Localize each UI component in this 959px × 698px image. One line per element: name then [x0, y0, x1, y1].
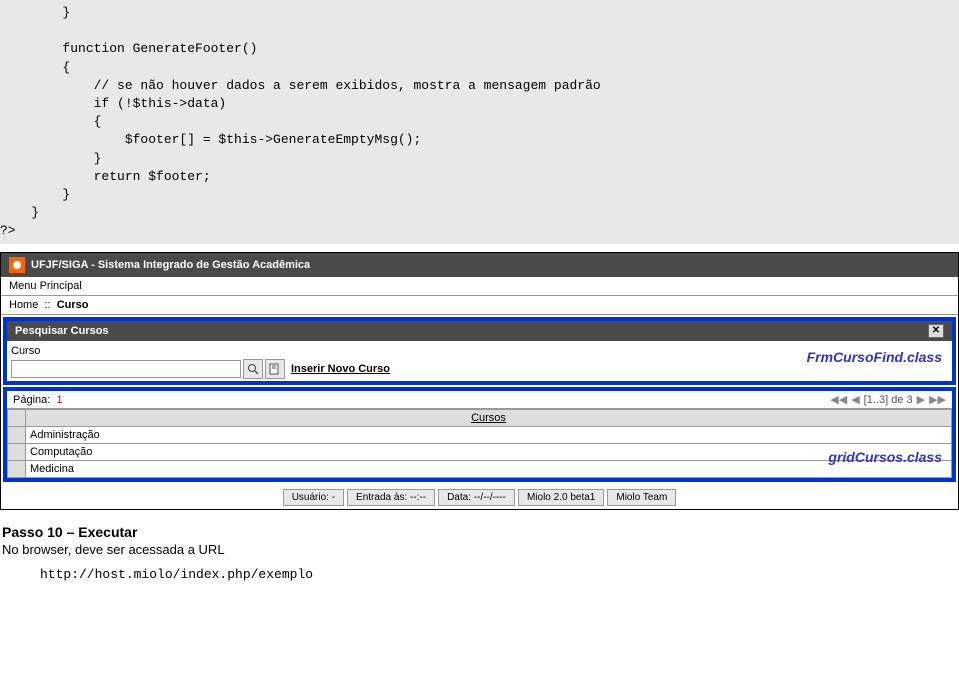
grid-cell: Medicina	[26, 461, 952, 478]
table-row[interactable]: Administração	[8, 427, 952, 444]
grid-header-blank	[8, 410, 26, 427]
grid-table: Cursos Administração Computação Medicina	[7, 409, 952, 478]
step-url: http://host.miolo/index.php/exemplo	[40, 567, 959, 582]
search-input[interactable]	[11, 360, 241, 378]
annotation-class-1: FrmCursoFind.class	[807, 349, 942, 365]
grid-panel: Página: 1 ◀◀ ◀ [1..3] de 3 ▶ ▶▶ Cursos A…	[3, 387, 956, 482]
code-block: } function GenerateFooter() { // se não …	[0, 0, 959, 244]
search-title-label: Pesquisar Cursos	[15, 325, 109, 337]
pager-row: Página: 1 ◀◀ ◀ [1..3] de 3 ▶ ▶▶	[7, 391, 952, 409]
table-row[interactable]: Medicina	[8, 461, 952, 478]
pager-info: [1..3] de 3	[864, 394, 913, 406]
app-header: UFJF/SIGA - Sistema Integrado de Gestão …	[1, 253, 958, 277]
search-panel: Pesquisar Cursos ✕ Curso Inserir Novo Cu…	[3, 317, 956, 385]
breadcrumb-separator: ::	[44, 299, 50, 311]
pager-label: Página:	[13, 394, 50, 406]
grid-cell: Administração	[26, 427, 952, 444]
grid-cell: Computação	[26, 444, 952, 461]
new-icon[interactable]	[265, 359, 285, 379]
pager-current: 1	[56, 394, 62, 406]
pager-next-icon[interactable]: ▶	[917, 393, 925, 406]
breadcrumb-home[interactable]: Home	[9, 299, 38, 311]
annotation-class-2: gridCursos.class	[828, 449, 942, 465]
app-logo-icon	[9, 257, 25, 273]
status-user: Usuário: -	[283, 489, 344, 506]
status-login-time: Entrada às: --:--	[347, 489, 435, 506]
insert-link[interactable]: Inserir Novo Curso	[291, 363, 390, 375]
search-icon[interactable]	[243, 359, 263, 379]
grid-header[interactable]: Cursos	[26, 410, 952, 427]
app-title: UFJF/SIGA - Sistema Integrado de Gestão …	[31, 259, 310, 271]
pager-prev-icon[interactable]: ◀	[851, 393, 859, 406]
breadcrumb-current: Curso	[57, 299, 89, 311]
app-frame: UFJF/SIGA - Sistema Integrado de Gestão …	[0, 252, 959, 510]
pager-last-icon[interactable]: ▶▶	[929, 393, 946, 406]
status-team: Miolo Team	[607, 489, 676, 506]
table-row[interactable]: Computação	[8, 444, 952, 461]
step-title: Passo 10 – Executar	[2, 524, 959, 540]
status-date: Data: --/--/----	[438, 489, 515, 506]
step-text: No browser, deve ser acessada a URL	[2, 542, 959, 557]
pager-first-icon[interactable]: ◀◀	[830, 393, 847, 406]
status-bar: Usuário: - Entrada às: --:-- Data: --/--…	[1, 484, 958, 509]
search-panel-title: Pesquisar Cursos ✕	[7, 321, 952, 341]
breadcrumb: Home :: Curso	[1, 296, 958, 315]
menu-bar[interactable]: Menu Principal	[1, 277, 958, 296]
close-icon[interactable]: ✕	[928, 324, 944, 338]
status-version: Miolo 2.0 beta1	[518, 489, 604, 506]
